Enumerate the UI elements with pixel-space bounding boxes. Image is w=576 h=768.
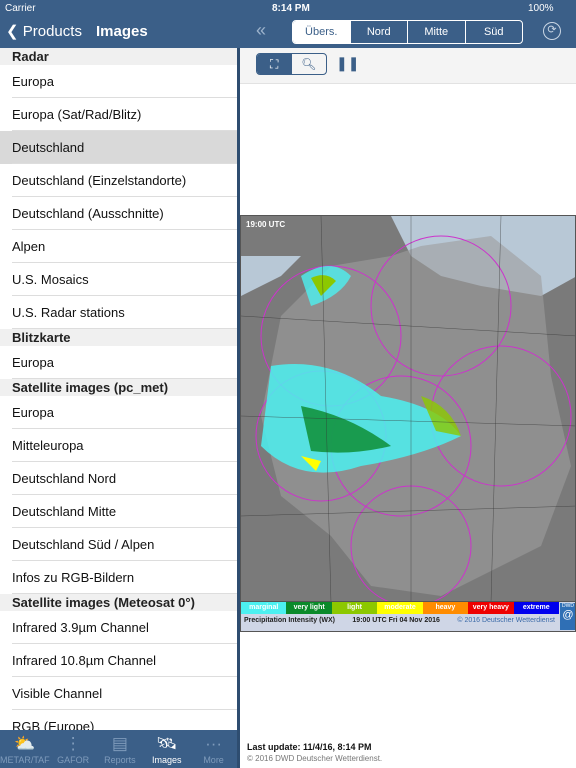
radar-map[interactable]: 19:00 UTC marginal very light light moderat… bbox=[240, 215, 576, 632]
list-item[interactable]: U.S. Radar stations bbox=[0, 296, 237, 329]
status-bar: Carrier 8:14 PM 100% bbox=[0, 0, 576, 16]
section-header: Satellite images (pc_met) bbox=[0, 379, 237, 396]
list-item[interactable]: Europa bbox=[0, 65, 237, 98]
list-item[interactable]: Deutschland Nord bbox=[0, 462, 237, 495]
fit-mode-control: ⛶ 🔍︎ bbox=[256, 53, 327, 75]
tab-reports[interactable]: ▤ Reports bbox=[97, 730, 144, 768]
carrier: Carrier bbox=[5, 3, 36, 14]
newspaper-icon: ▤ bbox=[111, 734, 128, 753]
back-label: Products bbox=[22, 23, 82, 40]
pause-icon[interactable]: ❚❚ bbox=[336, 55, 359, 72]
radar-map-image bbox=[241, 216, 575, 607]
tab-bar: ⛅ METAR/TAF ⋮ GAFOR ▤ Reports 🛰︎ Images ··· More bbox=[0, 730, 237, 768]
collapse-sidebar-icon[interactable]: « bbox=[256, 20, 266, 41]
legend-heavy: heavy bbox=[422, 602, 469, 614]
clock: 8:14 PM bbox=[272, 3, 310, 14]
tab-label: Images bbox=[151, 755, 182, 765]
tab-label: More bbox=[203, 755, 224, 765]
list-item[interactable]: Mitteleuropa bbox=[0, 429, 237, 462]
legend-extreme: extreme bbox=[513, 602, 559, 614]
list-item[interactable]: Deutschland (Einzelstandorte) bbox=[0, 164, 237, 197]
refresh-icon[interactable]: ⟳ bbox=[543, 22, 561, 40]
tab-label: Reports bbox=[104, 755, 136, 765]
list-item[interactable]: Europa (Sat/Rad/Blitz) bbox=[0, 98, 237, 131]
product-name: Precipitation Intensity (WX) bbox=[244, 617, 336, 624]
list-item[interactable]: Deutschland bbox=[0, 131, 237, 164]
segment-mitte[interactable]: Mitte bbox=[407, 21, 465, 43]
fit-screen-icon[interactable]: ⛶ bbox=[257, 54, 292, 74]
segment-nord[interactable]: Nord bbox=[349, 21, 408, 43]
chevron-left-icon: ❮ bbox=[6, 23, 19, 40]
tab-label: GAFOR bbox=[57, 755, 90, 765]
map-legend: marginal very light light moderate heavy very… bbox=[241, 601, 575, 631]
image-toolbar: ⛶ 🔍︎ ❚❚ bbox=[240, 48, 576, 84]
weather-icon: ⛅ bbox=[14, 734, 36, 753]
list-item[interactable]: Infrared 3.9µm Channel bbox=[0, 611, 237, 644]
section-header: Blitzkarte bbox=[0, 329, 237, 346]
list-item[interactable]: Deutschland Mitte bbox=[0, 495, 237, 528]
tab-label: METAR/TAF bbox=[0, 755, 50, 765]
legend-moderate: moderate bbox=[377, 602, 423, 614]
nav-bar: ❮ Products Images « Übers. Nord Mitte Sü… bbox=[0, 16, 576, 48]
legend-very-heavy: very heavy bbox=[468, 602, 514, 614]
list-item[interactable]: Europa bbox=[0, 346, 237, 379]
battery: 100% bbox=[528, 3, 554, 14]
tab-metartaf[interactable]: ⛅ METAR/TAF bbox=[0, 730, 50, 768]
image-list[interactable]: Radar Europa Europa (Sat/Rad/Blitz) Deutsch… bbox=[0, 48, 237, 730]
legend-very-light: very light bbox=[286, 602, 332, 614]
segment-sued[interactable]: Süd bbox=[464, 21, 523, 43]
legend-light: light bbox=[331, 602, 378, 614]
list-item[interactable]: RGB (Europe) bbox=[0, 710, 237, 730]
dwd-logo: DWD @ bbox=[560, 603, 575, 630]
list-item[interactable]: Infos zu RGB-Bildern bbox=[0, 561, 237, 594]
section-header: Radar bbox=[0, 48, 237, 65]
zoom-icon[interactable]: 🔍︎ bbox=[292, 54, 327, 74]
list-item[interactable]: Deutschland (Ausschnitte) bbox=[0, 197, 237, 230]
list-item[interactable]: Visible Channel bbox=[0, 677, 237, 710]
map-timestamp: 19:00 UTC bbox=[246, 220, 286, 229]
section-header: Satellite images (Meteosat 0°) bbox=[0, 594, 237, 611]
satellite-icon: 🛰︎ bbox=[155, 734, 178, 753]
copyright: © 2016 DWD Deutscher Wetterdienst. bbox=[247, 754, 383, 763]
region-segmented-control: Übers. Nord Mitte Süd bbox=[292, 20, 523, 44]
detail-pane: ⛶ 🔍︎ ❚❚ 19:00 UTC marginal very light ligh… bbox=[240, 48, 576, 768]
list-item[interactable]: Deutschland Süd / Alpen bbox=[0, 528, 237, 561]
tab-images[interactable]: 🛰︎ Images bbox=[143, 730, 190, 768]
list-item[interactable]: Europa bbox=[0, 396, 237, 429]
list-item[interactable]: U.S. Mosaics bbox=[0, 263, 237, 296]
list-item[interactable]: Infrared 10.8µm Channel bbox=[0, 644, 237, 677]
traffic-light-icon: ⋮ bbox=[64, 734, 82, 753]
product-datetime: 19:00 UTC Fri 04 Nov 2016 bbox=[352, 617, 440, 624]
page-title: Images bbox=[96, 23, 148, 40]
legend-marginal: marginal bbox=[241, 602, 287, 614]
segment-uebersicht[interactable]: Übers. bbox=[293, 21, 350, 43]
tab-more[interactable]: ··· More bbox=[190, 730, 237, 768]
more-icon: ··· bbox=[205, 734, 223, 753]
last-update: Last update: 11/4/16, 8:14 PM bbox=[247, 742, 372, 752]
list-item[interactable]: Alpen bbox=[0, 230, 237, 263]
map-credit: © 2016 Deutscher Wetterdienst bbox=[457, 617, 555, 624]
back-button[interactable]: ❮ Products bbox=[6, 22, 82, 40]
tab-gafor[interactable]: ⋮ GAFOR bbox=[50, 730, 97, 768]
